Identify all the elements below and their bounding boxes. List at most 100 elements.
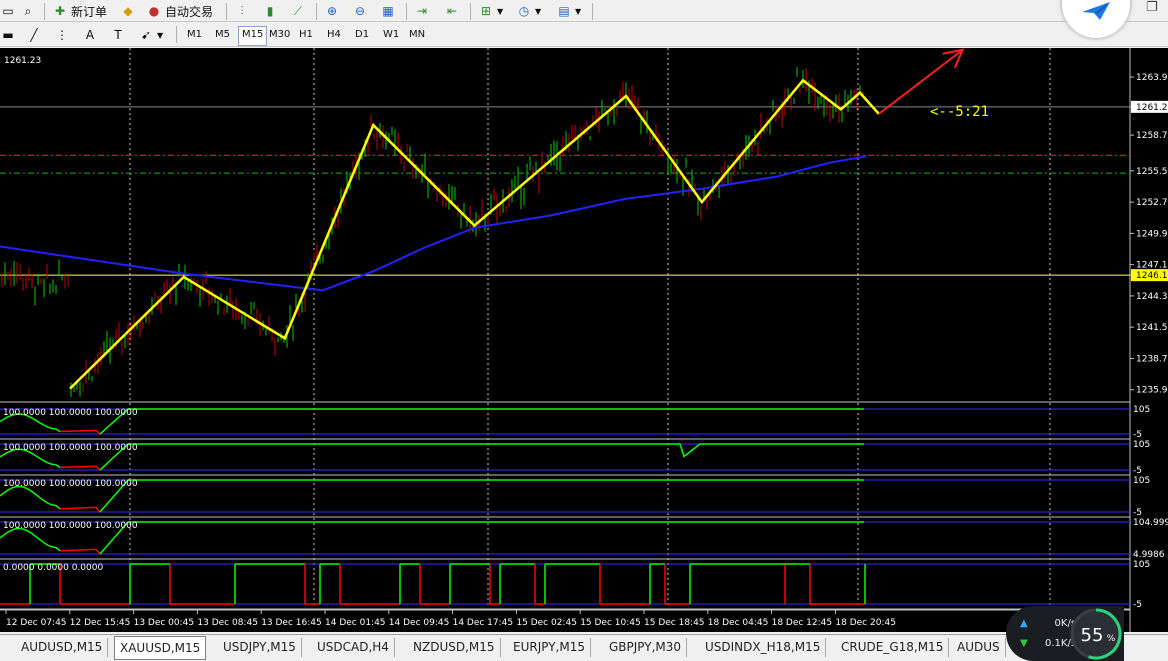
symbol-tab-usdjpy-m15[interactable]: USDJPY,M15 xyxy=(218,638,302,657)
auto-trade-icon: ● xyxy=(148,4,160,18)
indicator-values-label: 100.0000 100.0000 100.0000 xyxy=(3,408,138,418)
indicator-panel-5: 0.0000 0.0000 0.0000 105 -5 xyxy=(0,560,1150,610)
symbol-tab-audus[interactable]: AUDUS xyxy=(952,638,1006,657)
toolbar-separator xyxy=(470,3,471,20)
indicator-line-green xyxy=(99,408,864,435)
channel-tool-button[interactable]: ⋮ xyxy=(54,26,70,44)
symbol-tab-usdcad-h4[interactable]: USDCAD,H4 xyxy=(312,638,395,657)
profiles-button[interactable]: ▭ xyxy=(0,2,16,20)
symbol-tab-xauusd-m15[interactable]: XAUUSD,M15 xyxy=(114,636,207,660)
chevron-down-icon: ▼ xyxy=(157,30,164,40)
restore-window-button[interactable]: ❐ xyxy=(1146,0,1158,15)
price-tick-label: 1263.90 xyxy=(1136,73,1168,83)
timeframe-mn[interactable]: MN xyxy=(406,26,428,44)
bar-chart-icon: ⫶ xyxy=(240,4,244,18)
time-tick-label: 18 Dec 12:45 xyxy=(772,618,833,628)
candle-chart-button[interactable]: ▮ xyxy=(262,2,278,20)
timeframe-m1[interactable]: M1 xyxy=(184,26,205,44)
current-price-label: 1261.23 xyxy=(4,56,41,66)
time-tick-label: 14 Dec 09:45 xyxy=(389,618,450,628)
autoscroll-button[interactable]: ⇤ xyxy=(444,2,460,20)
chart-shift-button[interactable]: ⇥ xyxy=(414,2,430,20)
text-label-icon: T xyxy=(114,28,122,42)
indicator-top-label: 105 xyxy=(1133,405,1150,415)
toolbar-separator xyxy=(226,3,227,20)
tile-icon: ▦ xyxy=(382,4,394,18)
time-tick-label: 13 Dec 08:45 xyxy=(197,618,258,628)
arrows-tool-button[interactable]: ➹ ▼ xyxy=(138,26,163,44)
new-order-button[interactable]: ✚ 新订单 xyxy=(52,2,107,20)
time-tick-label: 18 Dec 20:45 xyxy=(835,618,896,628)
zoom-in-button[interactable]: ⊕ xyxy=(324,2,340,20)
timeframe-m30[interactable]: M30 xyxy=(266,26,293,44)
magnifier-icon: ⌕ xyxy=(24,4,32,18)
templates-button[interactable]: ▤ ▼ xyxy=(556,2,581,20)
symbol-tab-usdindx-h18-m15[interactable]: USDINDX_H18,M15 xyxy=(700,638,827,657)
timeframe-m5[interactable]: M5 xyxy=(212,26,233,44)
new-order-label: 新订单 xyxy=(71,4,108,19)
indicator-line-red xyxy=(55,464,105,472)
text-tool-button[interactable]: A xyxy=(82,26,98,44)
indicator-bottom-label: -5 xyxy=(1133,466,1142,476)
indicator-values-label: 100.0000 100.0000 100.0000 xyxy=(3,443,138,453)
cpu-gauge: 55 % xyxy=(1070,608,1122,660)
symbol-tab-nzdusd-m15[interactable]: NZDUSD,M15 xyxy=(408,638,501,657)
bar-chart-button[interactable]: ⫶ xyxy=(234,2,250,20)
experts-icon: ◆ xyxy=(123,4,133,18)
line-chart-button[interactable]: ⟋ xyxy=(290,2,306,20)
rectangle-tool-button[interactable]: ▬ xyxy=(0,26,16,44)
price-tick-label: 1238.70 xyxy=(1136,354,1168,364)
indicator-bottom-label: -5 xyxy=(1133,430,1142,440)
arrow-down-icon: ▼ xyxy=(1020,638,1028,649)
indicator-line-green xyxy=(0,485,61,510)
symbol-tab-crude-g18-m15[interactable]: CRUDE_G18,M15 xyxy=(836,638,950,657)
indicator-line-red xyxy=(55,547,105,556)
zoom-button[interactable]: ⌕ xyxy=(20,2,36,20)
indicator-panel-1: 100.0000 100.0000 100.0000 105 -5 xyxy=(0,405,1150,440)
candlestick-icon: ▮ xyxy=(266,4,274,18)
indicator-top-label: 105 xyxy=(1133,440,1150,450)
time-tick-label: 12 Dec 15:45 xyxy=(70,618,131,628)
trendline-icon: ╱ xyxy=(30,28,38,42)
time-tick-label: 14 Dec 01:45 xyxy=(325,618,386,628)
timeframe-d1[interactable]: D1 xyxy=(352,26,372,44)
label-tool-button[interactable]: T xyxy=(110,26,126,44)
zigzag-line xyxy=(69,78,880,390)
time-tick-label: 15 Dec 02:45 xyxy=(516,618,577,628)
rectangle-icon: ▬ xyxy=(2,28,14,42)
trendline-tool-button[interactable]: ╱ xyxy=(26,26,42,44)
indicator-bottom-label: -5 xyxy=(1133,508,1142,518)
zoom-out-button[interactable]: ⊖ xyxy=(352,2,368,20)
time-axis: 12 Dec 07:45 12 Dec 15:45 13 Dec 00:45 13 D… xyxy=(0,609,1130,628)
timeframe-w1[interactable]: W1 xyxy=(380,26,402,44)
price-tick-label: 1244.30 xyxy=(1136,292,1168,302)
symbol-tab-eurjpy-m15[interactable]: EURJPY,M15 xyxy=(508,638,591,657)
line-chart-icon: ⟋ xyxy=(293,4,303,18)
tile-windows-button[interactable]: ▦ xyxy=(380,2,396,20)
indicator-panels: 100.0000 100.0000 100.0000 105-5100.0000 … xyxy=(0,405,1168,610)
symbol-tab-audusd-m15[interactable]: AUDUSD,M15 xyxy=(16,638,109,657)
auto-trade-label: 自动交易 xyxy=(165,4,214,19)
candlesticks xyxy=(1,67,864,398)
indicator-values-label: 100.0000 100.0000 100.0000 xyxy=(3,479,138,489)
time-tick-label: 14 Dec 17:45 xyxy=(453,618,514,628)
indicator-line-green xyxy=(99,521,864,555)
timeframe-h1[interactable]: H1 xyxy=(296,26,316,44)
timeframe-m15[interactable]: M15 xyxy=(238,26,268,46)
price-tick-label: 1261.23 xyxy=(1136,103,1168,113)
symbol-tab-gbpjpy-m30[interactable]: GBPJPY,M30 xyxy=(604,638,688,657)
restore-icon: ❐ xyxy=(1146,0,1158,15)
time-tick-label: 12 Dec 07:45 xyxy=(6,618,67,628)
price-chart[interactable]: 100.0000 100.0000 100.0000 105-5100.0000 … xyxy=(0,48,1168,632)
periods-button[interactable]: ◷ ▼ xyxy=(516,2,541,20)
expert-button[interactable]: ◆ xyxy=(120,2,136,20)
percent-sign: % xyxy=(1107,634,1116,644)
add-indicator-icon: ⊞ xyxy=(480,4,492,18)
timeframe-h4[interactable]: H4 xyxy=(324,26,344,44)
auto-trade-button[interactable]: ● 自动交易 xyxy=(146,2,213,20)
indicator-top-label: 104.999 xyxy=(1133,518,1168,528)
indicators-button[interactable]: ⊞ ▼ xyxy=(478,2,503,20)
price-tick-label: 1246.16 xyxy=(1136,271,1168,281)
toolbar-separator xyxy=(316,3,317,20)
text-tool-label: A xyxy=(85,28,95,42)
